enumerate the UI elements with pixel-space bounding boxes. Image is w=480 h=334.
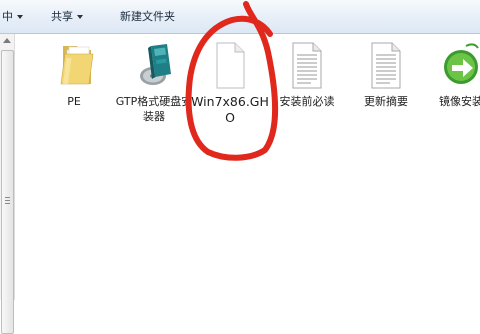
vertical-scrollbar[interactable] — [0, 34, 15, 334]
file-item-pe[interactable]: PE — [33, 40, 115, 109]
file-label: 安装前必读 — [279, 95, 335, 108]
share-menu-label: 共享 — [51, 10, 73, 23]
scroll-up-arrow-icon[interactable] — [3, 38, 11, 43]
file-label: Win7x86.GHO — [191, 94, 269, 125]
installer-app-icon — [131, 40, 177, 90]
file-label: PE — [67, 95, 81, 108]
file-item-image-install[interactable]: 镜像安装 — [420, 40, 480, 109]
scrollbar-thumb[interactable] — [1, 50, 14, 334]
share-menu-button[interactable]: 共享 — [51, 8, 83, 26]
file-item-readme-before-install[interactable]: 安装前必读 — [266, 40, 348, 109]
file-item-update-summary[interactable]: 更新摘要 — [345, 40, 427, 109]
green-arrow-app-icon — [438, 40, 480, 90]
organize-menu-button[interactable]: 中 — [2, 8, 23, 26]
text-file-icon — [363, 40, 409, 90]
scrollbar-grip-icon — [5, 197, 10, 205]
command-toolbar: 中 共享 新建文件夹 — [0, 0, 480, 34]
chevron-down-icon — [17, 15, 23, 19]
file-label: GTP格式硬盘安装器 — [115, 95, 193, 123]
file-label: 镜像安装 — [439, 95, 480, 108]
file-label: 更新摘要 — [364, 95, 408, 108]
blank-file-icon — [207, 40, 253, 90]
new-folder-button[interactable]: 新建文件夹 — [120, 8, 175, 26]
file-item-win7-gho[interactable]: Win7x86.GHO — [189, 40, 271, 126]
chevron-down-icon — [77, 15, 83, 19]
new-folder-label: 新建文件夹 — [120, 10, 175, 23]
folder-icon — [51, 40, 97, 90]
file-item-gtp-installer[interactable]: GTP格式硬盘安装器 — [113, 40, 195, 124]
organize-menu-label: 中 — [2, 10, 13, 23]
text-file-icon — [284, 40, 330, 90]
